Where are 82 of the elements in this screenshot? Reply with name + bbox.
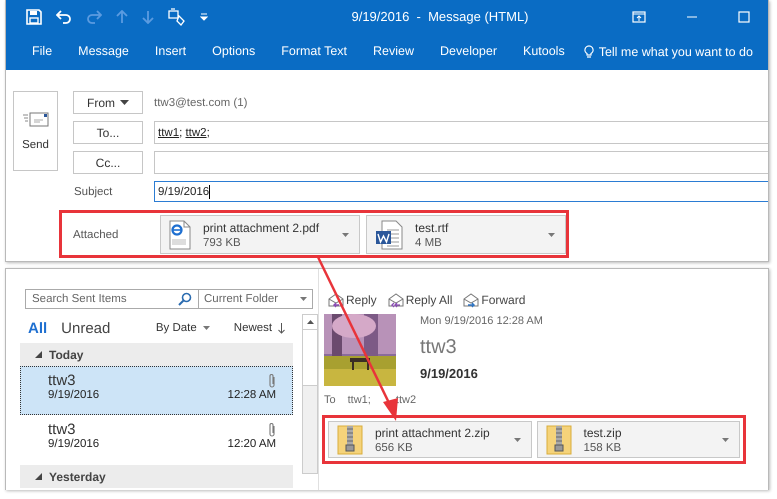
attached-label: Attached (73, 228, 118, 240)
ribbon-tab[interactable]: Format Text (268, 40, 360, 64)
word-file-icon (375, 220, 403, 250)
attachment-chip[interactable]: print attachment 2.pdf 793 KB (160, 215, 360, 254)
file-size: 656 KB (375, 442, 414, 454)
ribbon-tab[interactable]: File (19, 40, 66, 64)
reply-all-button[interactable]: Reply All (406, 293, 452, 307)
file-name: print attachment 2.pdf (203, 220, 320, 234)
touch-mode-icon[interactable] (168, 8, 186, 26)
attachment-chip[interactable]: test.zip 158 KB (536, 421, 740, 458)
group-header[interactable]: Yesterday (20, 465, 294, 488)
pdf-file-icon (169, 220, 191, 250)
dropdown-arrow-icon[interactable] (202, 326, 210, 330)
ribbon-tab[interactable]: Developer (427, 40, 510, 64)
message-subject: 9/19/2016 (420, 366, 479, 381)
dropdown-arrow-icon[interactable] (300, 297, 307, 301)
sort-dropdown[interactable]: By Date (156, 322, 197, 334)
zip-folder-icon (337, 424, 363, 454)
ribbon-tab[interactable]: Options (199, 40, 268, 64)
message-item[interactable]: ttw3 9/19/2016 12:20 AM (20, 415, 294, 464)
ribbon-tab[interactable]: Review (360, 40, 428, 64)
group-header[interactable]: Today (20, 343, 294, 366)
file-name: test.rtf (415, 220, 450, 234)
cc-field[interactable] (154, 151, 768, 174)
reply-all-icon (386, 292, 405, 308)
cc-button[interactable]: Cc... (73, 151, 143, 174)
forward-icon (462, 292, 480, 308)
window-title: 9/19/2016 - Message (HTML) (350, 9, 530, 24)
save-icon[interactable] (26, 8, 42, 24)
lightbulb-icon (584, 44, 594, 58)
filter-tab[interactable]: All (28, 320, 48, 336)
message-time: 12:28 AM (228, 389, 276, 401)
file-name: print attachment 2.zip (375, 426, 491, 440)
filter-tab[interactable]: Unread (61, 320, 110, 336)
sent-time: Mon 9/19/2016 12:28 AM (420, 315, 543, 327)
subject-field[interactable]: 9/19/2016 (154, 181, 768, 202)
envelope-icon (22, 111, 50, 129)
down-arrow-icon[interactable] (278, 322, 286, 334)
tell-me-search[interactable]: Tell me what you want to do (598, 44, 753, 58)
ribbon-tab[interactable]: Message (65, 40, 142, 64)
maximize-icon[interactable] (738, 10, 750, 22)
message-item[interactable]: ttw3 9/19/2016 12:28 AM (20, 366, 294, 415)
search-field[interactable]: Search Sent Items (32, 293, 127, 305)
ribbon-tab[interactable]: Kutools (510, 40, 578, 64)
attachment-chip[interactable]: test.rtf 4 MB (366, 215, 566, 254)
scrollbar[interactable] (302, 314, 318, 474)
zip-folder-icon (546, 424, 572, 454)
message-date: 9/19/2016 (48, 438, 100, 450)
file-size: 158 KB (584, 442, 622, 454)
reply-button[interactable]: Reply (346, 293, 377, 307)
file-name: test.zip (584, 426, 623, 440)
ribbon-display-icon[interactable] (632, 10, 646, 22)
to-button[interactable]: To... (73, 121, 143, 144)
dropdown-arrow-icon[interactable] (722, 438, 729, 442)
sort-order-button[interactable]: Newest (234, 322, 272, 334)
search-scope-dropdown[interactable]: Current Folder (199, 290, 312, 308)
dropdown-arrow-icon[interactable] (342, 232, 349, 236)
send-button[interactable]: Send (13, 91, 58, 171)
to-label: To (324, 394, 336, 406)
recipient-name[interactable]: ttw2 (185, 126, 207, 138)
file-size: 793 KB (203, 236, 242, 248)
attachment-chip[interactable]: print attachment 2.zip 656 KB (328, 421, 532, 458)
dropdown-arrow-icon[interactable] (548, 232, 555, 236)
search-icon[interactable] (178, 292, 192, 306)
sender-name: ttw3 (48, 372, 76, 389)
file-size: 4 MB (415, 236, 443, 248)
from-address: ttw3@test.com (1) (154, 96, 248, 108)
to-field[interactable]: ttw1; ttw2; (154, 121, 768, 144)
from-button[interactable]: From (73, 91, 143, 114)
scroll-up-icon[interactable] (306, 320, 314, 324)
undo-icon[interactable] (56, 10, 72, 24)
customize-caret-icon[interactable] (200, 12, 208, 20)
caret-icon (120, 100, 129, 105)
message-date: 9/19/2016 (48, 389, 100, 401)
recipient-name[interactable]: ttw1 (158, 126, 180, 138)
dropdown-arrow-icon[interactable] (514, 438, 520, 442)
subject-label: Subject (73, 186, 114, 198)
message-time: 12:20 AM (228, 438, 276, 450)
sender-name: ttw3 (420, 336, 458, 359)
sender-name: ttw3 (48, 421, 76, 438)
ribbon-tab[interactable]: Insert (142, 40, 200, 64)
forward-button[interactable]: Forward (481, 293, 526, 307)
